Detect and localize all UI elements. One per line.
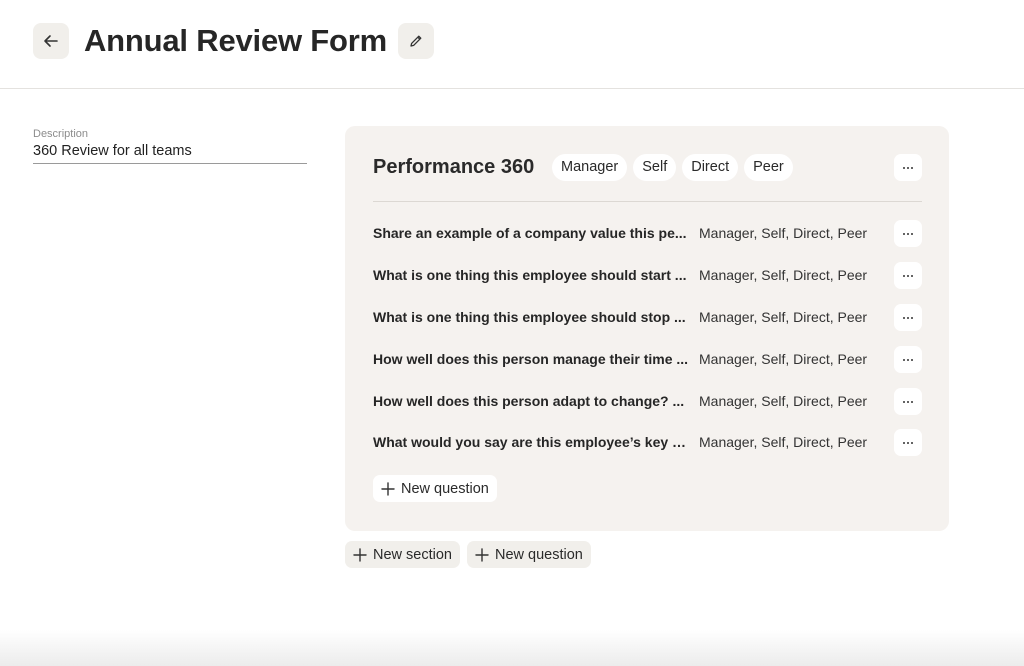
more-horizontal-icon bbox=[903, 400, 913, 403]
tag-manager[interactable]: Manager bbox=[552, 154, 628, 181]
question-audience: Manager, Self, Direct, Peer bbox=[699, 393, 868, 409]
description-label: Description bbox=[33, 128, 89, 140]
section-title: Performance 360 bbox=[373, 156, 535, 178]
question-more-button[interactable] bbox=[894, 346, 922, 373]
audience-tags: Manager Self Direct Peer bbox=[552, 154, 793, 181]
new-question-label: New question bbox=[495, 546, 583, 563]
question-row[interactable]: What would you say are this employee’s k… bbox=[373, 429, 922, 457]
more-horizontal-icon bbox=[903, 316, 913, 319]
question-row[interactable]: Share an example of a company value this… bbox=[373, 220, 922, 248]
question-text: What would you say are this employee’s k… bbox=[373, 434, 691, 450]
tag-self[interactable]: Self bbox=[633, 154, 677, 181]
more-horizontal-icon bbox=[903, 358, 913, 361]
question-audience: Manager, Self, Direct, Peer bbox=[699, 225, 868, 241]
back-button[interactable] bbox=[33, 23, 69, 59]
section-divider bbox=[373, 201, 922, 202]
question-text: Share an example of a company value this… bbox=[373, 225, 687, 241]
pencil-icon bbox=[410, 35, 422, 47]
more-horizontal-icon bbox=[903, 166, 913, 169]
question-audience: Manager, Self, Direct, Peer bbox=[699, 267, 868, 283]
more-horizontal-icon bbox=[903, 441, 913, 444]
new-section-button[interactable]: New section bbox=[345, 541, 460, 568]
new-section-label: New section bbox=[373, 546, 452, 563]
description-field[interactable]: 360 Review for all teams bbox=[33, 143, 307, 164]
question-more-button[interactable] bbox=[894, 429, 922, 456]
question-audience: Manager, Self, Direct, Peer bbox=[699, 309, 868, 325]
question-more-button[interactable] bbox=[894, 220, 922, 247]
question-text: How well does this person adapt to chang… bbox=[373, 393, 685, 409]
question-more-button[interactable] bbox=[894, 388, 922, 415]
tag-peer[interactable]: Peer bbox=[744, 154, 793, 181]
question-text: What is one thing this employee should s… bbox=[373, 309, 686, 325]
question-more-button[interactable] bbox=[894, 304, 922, 331]
question-row[interactable]: What is one thing this employee should s… bbox=[373, 262, 922, 290]
plus-icon bbox=[475, 547, 489, 562]
more-horizontal-icon bbox=[903, 274, 913, 277]
question-row[interactable]: How well does this person manage their t… bbox=[373, 346, 922, 374]
section-card: Performance 360 Manager Self Direct Peer… bbox=[345, 126, 949, 531]
new-question-button[interactable]: New question bbox=[467, 541, 591, 568]
plus-icon bbox=[353, 547, 367, 562]
page-title: Annual Review Form bbox=[84, 23, 388, 58]
section-new-question-button[interactable]: New question bbox=[373, 475, 497, 502]
page-header: Annual Review Form bbox=[0, 0, 1024, 89]
section-new-question-label: New question bbox=[401, 480, 489, 497]
question-audience: Manager, Self, Direct, Peer bbox=[699, 434, 868, 450]
plus-icon bbox=[381, 481, 395, 496]
question-audience: Manager, Self, Direct, Peer bbox=[699, 351, 868, 367]
question-row[interactable]: How well does this person adapt to chang… bbox=[373, 388, 922, 416]
question-text: How well does this person manage their t… bbox=[373, 351, 689, 367]
question-row[interactable]: What is one thing this employee should s… bbox=[373, 304, 922, 332]
more-horizontal-icon bbox=[903, 232, 913, 235]
question-text: What is one thing this employee should s… bbox=[373, 267, 687, 283]
arrow-left-icon bbox=[44, 35, 58, 47]
question-more-button[interactable] bbox=[894, 262, 922, 289]
section-more-button[interactable] bbox=[894, 154, 922, 181]
tag-direct[interactable]: Direct bbox=[682, 154, 739, 181]
bottom-shadow bbox=[0, 630, 1024, 666]
edit-title-button[interactable] bbox=[398, 23, 434, 59]
